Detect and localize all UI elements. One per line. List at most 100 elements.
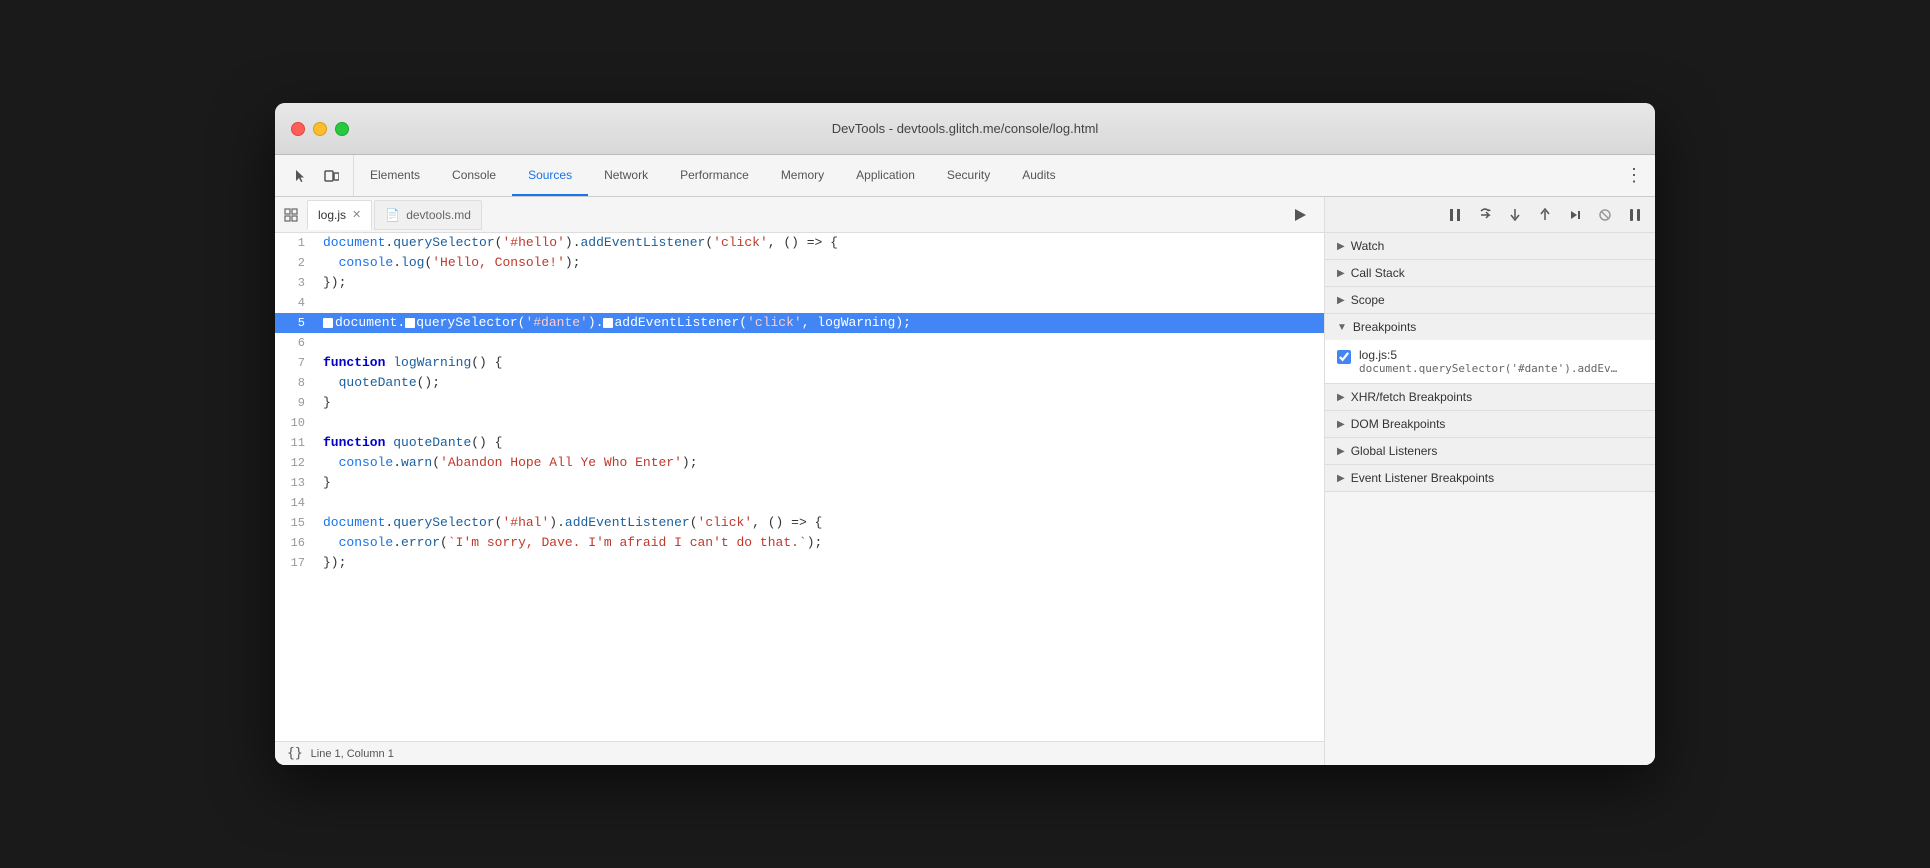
callstack-label: Call Stack: [1351, 266, 1405, 280]
callstack-arrow: [1337, 268, 1345, 279]
watch-section: Watch: [1325, 233, 1655, 260]
editor-toolbar-right: [1288, 203, 1320, 227]
event-breakpoints-header[interactable]: Event Listener Breakpoints: [1325, 465, 1655, 491]
code-line-13: 13 }: [275, 473, 1324, 493]
tab-elements[interactable]: Elements: [354, 155, 436, 196]
event-breakpoints-section: Event Listener Breakpoints: [1325, 465, 1655, 492]
tab-console[interactable]: Console: [436, 155, 512, 196]
editor-area: log.js ✕ 📄 devtools.md: [275, 197, 1325, 765]
cursor-position: Line 1, Column 1: [311, 748, 394, 760]
tab-network[interactable]: Network: [588, 155, 664, 196]
device-toolbar-icon[interactable]: [317, 162, 345, 190]
breakpoints-header[interactable]: Breakpoints: [1325, 314, 1655, 340]
tab-audits[interactable]: Audits: [1006, 155, 1071, 196]
callstack-section: Call Stack: [1325, 260, 1655, 287]
global-listeners-header[interactable]: Global Listeners: [1325, 438, 1655, 464]
watch-label: Watch: [1351, 239, 1385, 253]
pause-script-icon[interactable]: [1288, 203, 1312, 227]
file-navigator-icon[interactable]: [279, 203, 303, 227]
tab-performance[interactable]: Performance: [664, 155, 765, 196]
code-line-4: 4: [275, 293, 1324, 313]
main-content: log.js ✕ 📄 devtools.md: [275, 197, 1655, 765]
xhr-breakpoints-header[interactable]: XHR/fetch Breakpoints: [1325, 384, 1655, 410]
code-line-7: 7 function logWarning() {: [275, 353, 1324, 373]
code-line-17: 17 });: [275, 553, 1324, 573]
breakpoint-item: log.js:5 document.querySelector('#dante'…: [1325, 344, 1655, 379]
step-button[interactable]: [1563, 203, 1587, 227]
code-line-2: 2 console.log('Hello, Console!');: [275, 253, 1324, 273]
code-line-12: 12 console.warn('Abandon Hope All Ye Who…: [275, 453, 1324, 473]
breakpoints-label: Breakpoints: [1353, 320, 1416, 334]
code-line-11: 11 function quoteDante() {: [275, 433, 1324, 453]
debug-sidebar: Watch Call Stack Scope: [1325, 197, 1655, 765]
code-line-1: 1 document.querySelector('#hello').addEv…: [275, 233, 1324, 253]
step-into-button[interactable]: [1503, 203, 1527, 227]
code-line-15: 15 document.querySelector('#hal').addEve…: [275, 513, 1324, 533]
more-tabs-button[interactable]: ⋮: [1617, 155, 1651, 196]
code-editor[interactable]: 1 document.querySelector('#hello').addEv…: [275, 233, 1324, 741]
toolbar-icons: [279, 155, 354, 196]
dom-breakpoints-header[interactable]: DOM Breakpoints: [1325, 411, 1655, 437]
dom-label: DOM Breakpoints: [1351, 417, 1446, 431]
watch-header[interactable]: Watch: [1325, 233, 1655, 259]
xhr-arrow: [1337, 392, 1345, 403]
event-arrow: [1337, 473, 1345, 484]
tab-memory[interactable]: Memory: [765, 155, 840, 196]
status-bar: {} Line 1, Column 1: [275, 741, 1324, 765]
xhr-breakpoints-section: XHR/fetch Breakpoints: [1325, 384, 1655, 411]
main-toolbar: Elements Console Sources Network Perform…: [275, 155, 1655, 197]
md-file-icon: 📄: [385, 208, 400, 222]
global-label: Global Listeners: [1351, 444, 1438, 458]
code-line-10: 10: [275, 413, 1324, 433]
tab-application[interactable]: Application: [840, 155, 931, 196]
deactivate-breakpoints-button[interactable]: [1593, 203, 1617, 227]
tab-security[interactable]: Security: [931, 155, 1006, 196]
select-tool-icon[interactable]: [287, 162, 315, 190]
step-over-button[interactable]: [1473, 203, 1497, 227]
callstack-header[interactable]: Call Stack: [1325, 260, 1655, 286]
code-line-5: 5 document.querySelector('#dante').addEv…: [275, 313, 1324, 333]
window-title: DevTools - devtools.glitch.me/console/lo…: [832, 121, 1099, 136]
xhr-label: XHR/fetch Breakpoints: [1351, 390, 1472, 404]
format-icon[interactable]: {}: [287, 746, 303, 761]
code-line-3: 3 });: [275, 273, 1324, 293]
debug-toolbar: [1325, 197, 1655, 233]
window-controls: [291, 122, 349, 136]
close-button[interactable]: [291, 122, 305, 136]
dom-arrow: [1337, 419, 1345, 430]
breakpoints-arrow: [1337, 322, 1347, 333]
breakpoint-code: document.querySelector('#dante').addEv…: [1359, 362, 1643, 375]
event-label: Event Listener Breakpoints: [1351, 471, 1494, 485]
scope-label: Scope: [1351, 293, 1385, 307]
code-line-14: 14: [275, 493, 1324, 513]
file-tab-logjs[interactable]: log.js ✕: [307, 200, 372, 230]
step-out-button[interactable]: [1533, 203, 1557, 227]
editor-tabs: log.js ✕ 📄 devtools.md: [275, 197, 1324, 233]
devtools-window: DevTools - devtools.glitch.me/console/lo…: [275, 103, 1655, 765]
tab-sources[interactable]: Sources: [512, 155, 588, 196]
scope-arrow: [1337, 295, 1345, 306]
pause-on-exceptions-button[interactable]: [1623, 203, 1647, 227]
code-line-9: 9 }: [275, 393, 1324, 413]
logjs-tab-label: log.js: [318, 208, 346, 222]
breakpoints-content: log.js:5 document.querySelector('#dante'…: [1325, 340, 1655, 383]
scope-header[interactable]: Scope: [1325, 287, 1655, 313]
breakpoint-file: log.js:5: [1359, 348, 1643, 362]
breakpoint-checkbox[interactable]: [1337, 350, 1351, 364]
titlebar: DevTools - devtools.glitch.me/console/lo…: [275, 103, 1655, 155]
breakpoints-section: Breakpoints log.js:5 document.querySelec…: [1325, 314, 1655, 384]
global-arrow: [1337, 446, 1345, 457]
maximize-button[interactable]: [335, 122, 349, 136]
minimize-button[interactable]: [313, 122, 327, 136]
global-listeners-section: Global Listeners: [1325, 438, 1655, 465]
pause-resume-button[interactable]: [1443, 203, 1467, 227]
breakpoint-info: log.js:5 document.querySelector('#dante'…: [1359, 348, 1643, 375]
logjs-close-button[interactable]: ✕: [352, 208, 361, 221]
scope-section: Scope: [1325, 287, 1655, 314]
devtoolsmd-tab-label: devtools.md: [406, 208, 471, 222]
tab-bar: Elements Console Sources Network Perform…: [354, 155, 1617, 196]
file-tab-devtoolsmd[interactable]: 📄 devtools.md: [374, 200, 482, 230]
code-line-8: 8 quoteDante();: [275, 373, 1324, 393]
watch-arrow: [1337, 241, 1345, 252]
code-line-6: 6: [275, 333, 1324, 353]
